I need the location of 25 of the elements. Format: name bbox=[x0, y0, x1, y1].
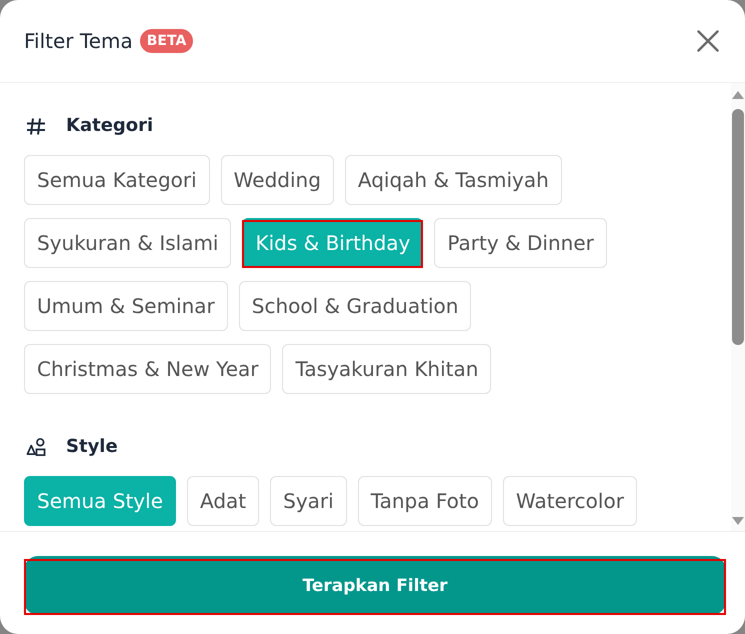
shapes-icon bbox=[26, 438, 46, 456]
dialog-title: Filter Tema bbox=[24, 28, 133, 54]
category-chip[interactable]: Syukuran & Islami bbox=[24, 218, 232, 268]
category-chip[interactable]: Party & Dinner bbox=[434, 218, 607, 268]
style-chip[interactable]: Tanpa Foto bbox=[358, 476, 492, 526]
scroll-up-icon[interactable] bbox=[732, 91, 744, 99]
apply-filter-button[interactable]: Terapkan Filter bbox=[24, 556, 726, 615]
close-icon[interactable] bbox=[697, 30, 719, 52]
section-title: Kategori bbox=[66, 114, 154, 138]
style-chip[interactable]: Syari bbox=[270, 476, 347, 526]
category-chip[interactable]: Tasyakuran Khitan bbox=[282, 344, 492, 394]
category-chip[interactable]: Umum & Seminar bbox=[24, 281, 228, 331]
style-chip[interactable]: Watercolor bbox=[502, 476, 637, 526]
category-chip[interactable]: Wedding bbox=[220, 155, 334, 205]
category-chip[interactable]: Christmas & New Year bbox=[24, 344, 272, 394]
category-chip[interactable]: Semua Kategori bbox=[24, 155, 210, 205]
section-title: Style bbox=[66, 435, 118, 459]
scrollbar[interactable] bbox=[731, 83, 745, 531]
scroll-down-icon[interactable] bbox=[732, 517, 744, 525]
category-chip[interactable]: School & Graduation bbox=[238, 281, 472, 331]
scrollbar-thumb[interactable] bbox=[732, 109, 744, 345]
hash-icon bbox=[26, 116, 46, 136]
style-chip[interactable]: Adat bbox=[187, 476, 260, 526]
beta-badge: BETA bbox=[140, 29, 194, 53]
category-chip[interactable]: Aqiqah & Tasmiyah bbox=[344, 155, 562, 205]
